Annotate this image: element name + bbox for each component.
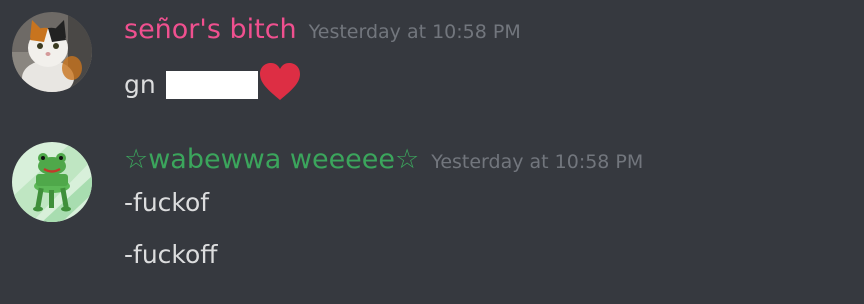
redacted-block (165, 71, 258, 99)
cat-avatar-image (12, 12, 92, 92)
username[interactable]: ☆wabewwa weeeee☆ (124, 144, 419, 175)
frog-chair-avatar-image (12, 142, 92, 222)
timestamp[interactable]: Yesterday at 10:58 PM (431, 151, 643, 173)
heart-emoji[interactable] (258, 62, 302, 109)
frog-chair-avatar[interactable] (12, 142, 92, 222)
cat-avatar[interactable] (12, 12, 92, 92)
message-header: señor's bitch Yesterday at 10:58 PM (124, 14, 521, 45)
heart-icon (259, 63, 300, 100)
message-header: ☆wabewwa weeeee☆ Yesterday at 10:58 PM (124, 144, 643, 175)
message-content: gn (124, 70, 156, 99)
message-text: -fuckoff (124, 240, 218, 269)
username[interactable]: señor's bitch (124, 14, 297, 45)
message-text: -fuckof (124, 188, 210, 217)
chat-messages: señor's bitch Yesterday at 10:58 PM gn ☆… (0, 0, 864, 304)
message-text: gn (124, 62, 302, 109)
timestamp[interactable]: Yesterday at 10:58 PM (309, 21, 521, 43)
